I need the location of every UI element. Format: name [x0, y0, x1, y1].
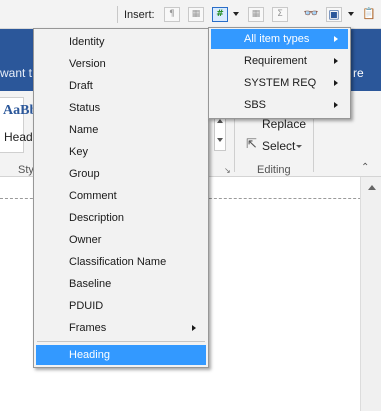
tell-me-text[interactable]: want t [0, 66, 32, 80]
select-cursor-icon: ⇱ [246, 137, 257, 152]
layout-dropdown-arrow-icon[interactable] [348, 12, 354, 16]
menu-item-label: Status [69, 102, 101, 114]
menu-item-label: Description [69, 212, 125, 224]
menu-item-pduid[interactable]: PDUID [36, 296, 206, 316]
menu-divider [37, 341, 205, 342]
menu-item-label: Comment [69, 190, 117, 202]
toolbar-separator [117, 6, 118, 23]
share-button[interactable]: re [353, 66, 364, 80]
group-divider [234, 112, 235, 172]
dialog-launcher-icon[interactable]: ↘ [224, 166, 231, 175]
table-grid-icon[interactable]: ▦ [248, 7, 264, 22]
menu-item-label: Identity [69, 36, 105, 48]
submenu-arrow-icon [192, 325, 196, 331]
menu-item-label: All item types [244, 33, 310, 45]
menu-item-classification-name[interactable]: Classification Name [36, 252, 206, 272]
menu-item-group[interactable]: Group [36, 164, 206, 184]
binoculars-icon[interactable]: 👓 [303, 7, 319, 22]
menu-item-comment[interactable]: Comment [36, 186, 206, 206]
menu-item-heading[interactable]: Heading [36, 345, 206, 365]
scroll-up-icon[interactable] [368, 185, 376, 190]
styles-group-label: Sty [18, 164, 34, 176]
menu-item-label: Requirement [244, 55, 307, 67]
submenu-arrow-icon [334, 102, 338, 108]
style-heading-label: Head [4, 130, 33, 144]
menu-item-label: Group [69, 168, 100, 180]
submenu-arrow-icon [334, 58, 338, 64]
menu-item-label: Baseline [69, 278, 112, 290]
menu-item-identity[interactable]: Identity [36, 32, 206, 52]
group-divider [313, 112, 314, 172]
menu-item-label: Heading [69, 349, 110, 361]
menu-item-all-item-types[interactable]: All item types [211, 29, 348, 49]
menu-item-label: Name [69, 124, 99, 136]
menu-item-label: Draft [69, 80, 93, 92]
submenu-arrow-icon [334, 36, 338, 42]
insert-label: Insert: [124, 9, 155, 21]
menu-item-draft[interactable]: Draft [36, 76, 206, 96]
collapse-ribbon-icon[interactable]: ⌃ [361, 162, 369, 173]
layout-icon[interactable]: ▣ [326, 7, 342, 22]
insert-field-menu: Identity Version Draft Status Name Key G… [33, 28, 209, 368]
submenu-arrow-icon [334, 80, 338, 86]
menu-item-label: SYSTEM REQ [244, 77, 317, 89]
clipboard-icon[interactable]: 📋 [361, 7, 377, 22]
sum-icon[interactable]: Σ [272, 7, 288, 22]
field-number-icon[interactable]: # [212, 7, 228, 22]
select-button[interactable]: Select [262, 139, 295, 153]
editing-group-label: Editing [257, 164, 291, 176]
replace-button[interactable]: Replace [262, 117, 306, 131]
menu-item-label: PDUID [69, 300, 104, 312]
menu-item-requirement[interactable]: Requirement [211, 51, 348, 71]
menu-item-owner[interactable]: Owner [36, 230, 206, 250]
scroll-up-icon[interactable] [217, 119, 223, 123]
select-dropdown-icon[interactable] [296, 145, 302, 148]
insert-toolbar: Insert: ¶ ▦ # ▦ Σ 👓 ▣ 📋 [0, 0, 381, 29]
menu-item-label: Classification Name [69, 256, 167, 268]
menu-item-status[interactable]: Status [36, 98, 206, 118]
menu-item-system-req[interactable]: SYSTEM REQ [211, 73, 348, 93]
vertical-scrollbar[interactable] [360, 177, 381, 411]
menu-item-sbs[interactable]: SBS [211, 95, 348, 115]
menu-item-name[interactable]: Name [36, 120, 206, 140]
menu-item-label: Owner [69, 234, 102, 246]
menu-item-label: Version [69, 58, 106, 70]
scroll-down-icon[interactable] [217, 138, 223, 142]
menu-item-key[interactable]: Key [36, 142, 206, 162]
menu-item-baseline[interactable]: Baseline [36, 274, 206, 294]
menu-item-frames[interactable]: Frames [36, 318, 206, 338]
menu-item-description[interactable]: Description [36, 208, 206, 228]
field-dropdown-arrow-icon[interactable] [233, 12, 239, 16]
menu-item-label: Key [69, 146, 88, 158]
table-icon[interactable]: ▦ [188, 7, 204, 22]
menu-item-label: Frames [69, 322, 107, 334]
menu-item-version[interactable]: Version [36, 54, 206, 74]
paragraph-icon[interactable]: ¶ [164, 7, 180, 22]
menu-item-label: SBS [244, 99, 267, 111]
item-types-submenu: All item types Requirement SYSTEM REQ SB… [208, 27, 351, 119]
